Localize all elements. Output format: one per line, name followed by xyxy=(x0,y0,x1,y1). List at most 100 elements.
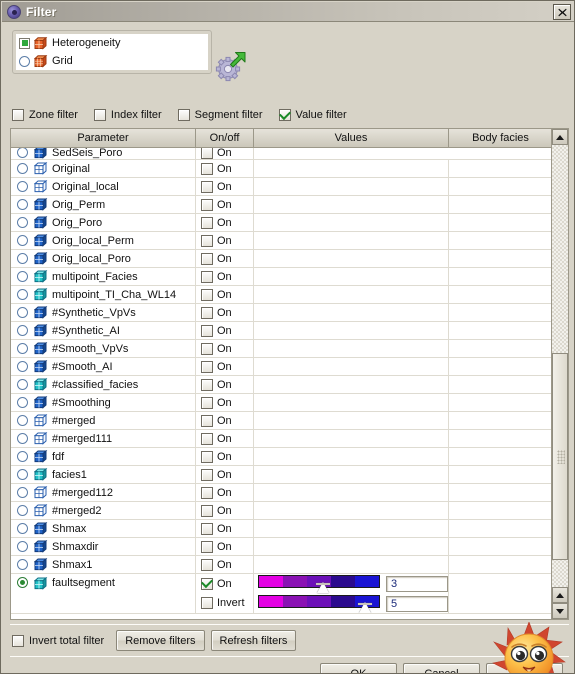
table-row[interactable]: Original On xyxy=(11,160,552,178)
cell-parameter[interactable]: #Smooth_VpVs xyxy=(11,340,196,357)
cell-values[interactable] xyxy=(254,178,449,195)
cell-body-facies[interactable] xyxy=(449,304,552,321)
scrollbar-thumb[interactable] xyxy=(552,352,568,561)
gear-with-green-arrow-icon[interactable] xyxy=(215,52,247,84)
cell-onoff[interactable]: On xyxy=(196,556,254,573)
ok-button[interactable]: OK xyxy=(320,663,397,673)
cell-onoff[interactable]: On xyxy=(196,538,254,555)
table-row[interactable]: #Synthetic_VpVs On xyxy=(11,304,552,322)
row-radio[interactable] xyxy=(17,217,28,228)
row-on-checkbox[interactable] xyxy=(201,148,213,159)
cell-body-facies[interactable] xyxy=(449,196,552,213)
cell-onoff[interactable]: On xyxy=(196,502,254,519)
cell-onoff[interactable]: On xyxy=(196,448,254,465)
cell-body-facies[interactable] xyxy=(449,232,552,249)
scroll-up-icon[interactable] xyxy=(552,129,568,145)
row-on-checkbox[interactable] xyxy=(201,162,213,175)
value-gradient-min[interactable] xyxy=(258,575,380,593)
cell-parameter[interactable]: #merged111 xyxy=(11,430,196,447)
row-on-checkbox[interactable] xyxy=(201,486,213,499)
cell-values[interactable] xyxy=(254,466,449,483)
table-row[interactable]: Orig_Perm On xyxy=(11,196,552,214)
row-radio[interactable] xyxy=(17,451,28,462)
cell-onoff[interactable]: On xyxy=(196,214,254,231)
cell-values[interactable] xyxy=(254,340,449,357)
cell-parameter[interactable]: Original xyxy=(11,160,196,177)
table-row-active[interactable]: faultsegment On Invert 3 5 xyxy=(11,574,552,614)
cell-values[interactable] xyxy=(254,502,449,519)
row-on-checkbox[interactable] xyxy=(201,270,213,283)
table-row[interactable]: #Synthetic_AI On xyxy=(11,322,552,340)
cancel-button[interactable]: Cancel xyxy=(403,663,480,673)
cell-parameter[interactable]: Orig_local_Poro xyxy=(11,250,196,267)
row-radio[interactable] xyxy=(17,379,28,390)
column-header-values[interactable]: Values xyxy=(254,129,449,147)
segment-filter-checkbox[interactable] xyxy=(177,109,190,121)
active-on-checkbox[interactable] xyxy=(201,577,213,590)
table-row[interactable]: SedSeis_Poro On xyxy=(11,148,552,160)
row-on-checkbox[interactable] xyxy=(201,306,213,319)
row-on-checkbox[interactable] xyxy=(201,450,213,463)
cell-onoff[interactable]: On xyxy=(196,376,254,393)
cell-onoff[interactable]: On xyxy=(196,322,254,339)
cell-parameter[interactable]: faultsegment xyxy=(11,574,196,613)
cell-values[interactable] xyxy=(254,538,449,555)
row-radio[interactable] xyxy=(17,307,28,318)
cell-body-facies[interactable] xyxy=(449,358,552,375)
row-radio[interactable] xyxy=(17,433,28,444)
row-radio-selected[interactable] xyxy=(17,577,28,588)
close-icon[interactable] xyxy=(553,4,571,20)
cell-body-facies[interactable] xyxy=(449,322,552,339)
cell-values[interactable] xyxy=(254,520,449,537)
row-radio[interactable] xyxy=(17,361,28,372)
cell-values[interactable] xyxy=(254,322,449,339)
cell-parameter[interactable]: multipoint_Facies xyxy=(11,268,196,285)
cell-onoff[interactable]: On xyxy=(196,286,254,303)
row-on-checkbox[interactable] xyxy=(201,360,213,373)
cell-onoff[interactable]: On xyxy=(196,196,254,213)
cell-onoff[interactable]: On xyxy=(196,430,254,447)
row-on-checkbox[interactable] xyxy=(201,324,213,337)
cell-onoff[interactable]: On xyxy=(196,340,254,357)
row-on-checkbox[interactable] xyxy=(201,396,213,409)
table-row[interactable]: #merged111 On xyxy=(11,430,552,448)
row-on-checkbox[interactable] xyxy=(201,504,213,517)
cell-values[interactable] xyxy=(254,556,449,573)
cell-onoff[interactable]: On xyxy=(196,520,254,537)
cell-parameter[interactable]: Shmax1 xyxy=(11,556,196,573)
cell-parameter[interactable]: Shmax xyxy=(11,520,196,537)
cell-body-facies[interactable] xyxy=(449,178,552,195)
cell-values[interactable] xyxy=(254,358,449,375)
row-on-checkbox[interactable] xyxy=(201,468,213,481)
table-row[interactable]: #merged112 On xyxy=(11,484,552,502)
cell-onoff[interactable]: On xyxy=(196,178,254,195)
cell-values[interactable]: 35 xyxy=(254,574,449,613)
source-item-heterogeneity[interactable]: Heterogeneity xyxy=(16,34,208,52)
cell-body-facies[interactable] xyxy=(449,214,552,231)
cell-onoff[interactable]: On xyxy=(196,304,254,321)
row-radio[interactable] xyxy=(17,163,28,174)
table-row[interactable]: #classified_facies On xyxy=(11,376,552,394)
row-radio[interactable] xyxy=(17,469,28,480)
row-radio[interactable] xyxy=(17,148,28,158)
cell-parameter[interactable]: #merged2 xyxy=(11,502,196,519)
table-row[interactable]: Shmax On xyxy=(11,520,552,538)
table-row[interactable]: #Smoothing On xyxy=(11,394,552,412)
scroll-down-icon[interactable] xyxy=(552,603,568,619)
row-on-checkbox[interactable] xyxy=(201,540,213,553)
heterogeneity-selector[interactable] xyxy=(19,37,30,49)
cell-values[interactable] xyxy=(254,304,449,321)
cell-body-facies[interactable] xyxy=(449,448,552,465)
row-radio[interactable] xyxy=(17,487,28,498)
table-row[interactable]: Shmax1 On xyxy=(11,556,552,574)
cell-body-facies[interactable] xyxy=(449,376,552,393)
cell-values[interactable] xyxy=(254,376,449,393)
gradient-slider-handle[interactable] xyxy=(315,582,330,593)
value-filter-checkbox[interactable] xyxy=(278,109,291,121)
cell-parameter[interactable]: #merged112 xyxy=(11,484,196,501)
cell-body-facies[interactable] xyxy=(449,250,552,267)
cell-body-facies[interactable] xyxy=(449,340,552,357)
apply-button[interactable]: Apply xyxy=(486,663,563,673)
table-row[interactable]: Orig_local_Poro On xyxy=(11,250,552,268)
cell-body-facies[interactable] xyxy=(449,412,552,429)
